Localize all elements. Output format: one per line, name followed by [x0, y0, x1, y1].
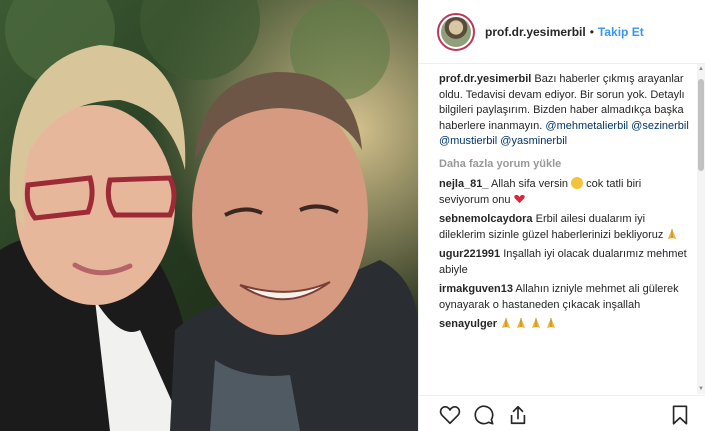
post-photo[interactable]	[0, 0, 418, 431]
comment-item: nejla_81_ Allah sifa versin cok tatli bi…	[439, 177, 691, 208]
comment-item: senayulger	[439, 317, 691, 333]
caption-username[interactable]: prof.dr.yesimerbil	[439, 73, 531, 85]
comment-username[interactable]: ugur221991	[439, 248, 500, 260]
comment-username[interactable]: irmakguven13	[439, 283, 513, 295]
mention-link[interactable]: @sezinerbil	[631, 120, 689, 132]
load-more-comments[interactable]: Daha fazla yorum yükle	[439, 157, 691, 173]
avatar-image	[441, 16, 471, 47]
praying-hands-icon	[547, 318, 556, 328]
scroll-up-icon[interactable]: ▲	[698, 66, 704, 72]
comment-text: Allah sifa versin	[488, 178, 572, 190]
instagram-post: prof.dr.yesimerbil • Takip Et prof.dr.ye…	[0, 0, 705, 431]
post-header: prof.dr.yesimerbil • Takip Et	[419, 0, 705, 64]
post-side-panel: prof.dr.yesimerbil • Takip Et prof.dr.ye…	[418, 0, 705, 431]
scroll-down-icon[interactable]: ▼	[698, 386, 704, 392]
comment-username[interactable]: sebnemolcaydora	[439, 213, 533, 225]
comment-item: irmakguven13 Allahın izniyle mehmet ali …	[439, 282, 691, 313]
caption: prof.dr.yesimerbil Bazı haberler çıkmış …	[439, 72, 691, 150]
praying-hands-icon	[668, 228, 677, 239]
follow-button[interactable]: Takip Et	[598, 25, 644, 39]
action-bar	[419, 395, 705, 431]
smiling-face-icon	[571, 177, 584, 189]
praying-hands-icon	[502, 318, 511, 328]
mention-link[interactable]: @mustierbil	[439, 135, 497, 147]
photo-illustration	[0, 0, 418, 431]
like-icon[interactable]	[439, 404, 461, 426]
comment-item: sebnemolcaydora Erbil ailesi dualarım iy…	[439, 212, 691, 243]
praying-hands-icon	[532, 318, 541, 328]
bookmark-icon[interactable]	[669, 404, 691, 426]
header-username[interactable]: prof.dr.yesimerbil	[485, 25, 586, 39]
mention-link[interactable]: @yasminerbil	[500, 135, 567, 147]
comment-item: ugur221991 Inşallah iyi olacak dualarımı…	[439, 247, 691, 278]
share-icon[interactable]	[507, 404, 529, 426]
heart-icon	[513, 194, 525, 203]
header-separator: •	[589, 24, 594, 39]
comment-icon[interactable]	[473, 404, 495, 426]
avatar[interactable]	[437, 12, 475, 51]
scrollbar-thumb[interactable]	[698, 79, 704, 171]
mention-link[interactable]: @mehmetalierbil	[545, 120, 628, 132]
comments-list: prof.dr.yesimerbil Bazı haberler çıkmış …	[439, 72, 691, 390]
praying-hands-icon	[517, 318, 526, 328]
comment-username[interactable]: nejla_81_	[439, 178, 489, 190]
comment-username[interactable]: senayulger	[439, 318, 497, 330]
